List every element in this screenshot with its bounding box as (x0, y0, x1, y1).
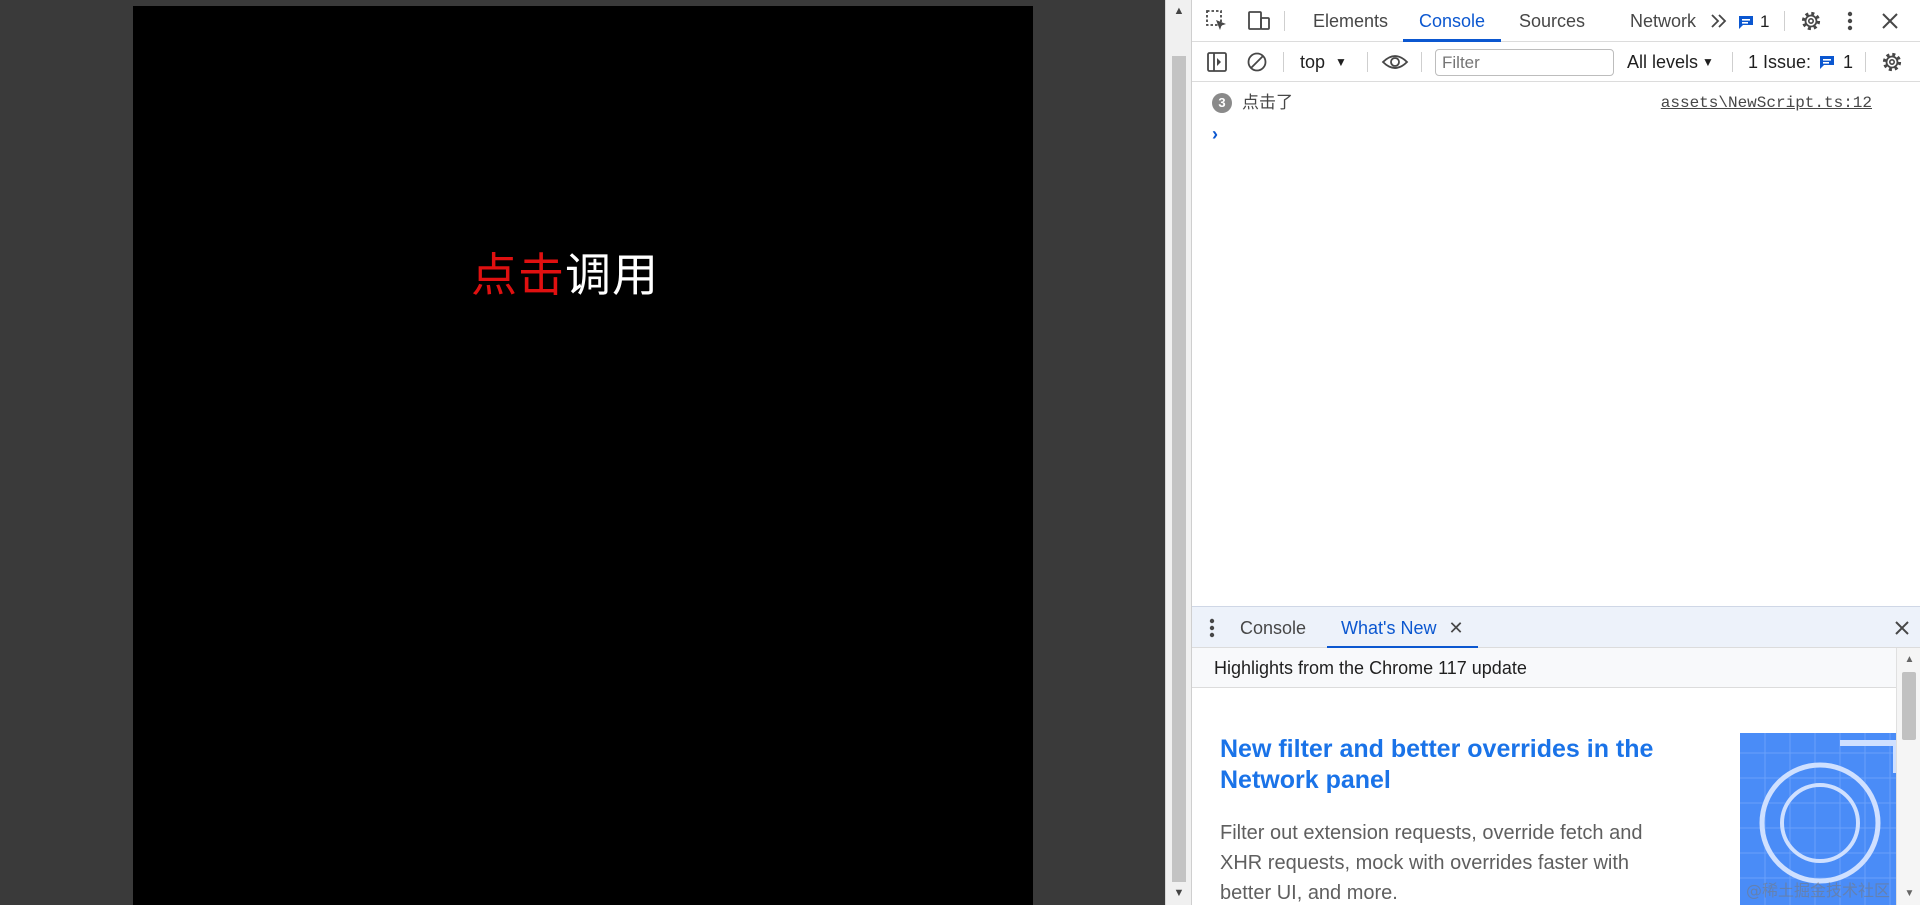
context-value: top (1300, 52, 1326, 72)
devtools-panel: Elements Console Sources Network 1 top ▼… (1191, 0, 1920, 905)
tab-elements[interactable]: Elements (1297, 0, 1404, 42)
log-levels-value: All levels (1627, 52, 1699, 72)
divider (1283, 52, 1284, 72)
filter-input[interactable] (1435, 49, 1614, 76)
tab-network[interactable]: Network (1614, 0, 1712, 42)
drawer-scrollbar-thumb[interactable] (1902, 672, 1916, 740)
scroll-down-arrow-icon[interactable]: ▼ (1166, 884, 1192, 902)
more-options-icon[interactable] (1842, 9, 1858, 33)
drawer-tab-whats-new[interactable]: What's New ✕ (1327, 607, 1478, 649)
drawer-tab-console[interactable]: Console (1226, 607, 1320, 649)
console-settings-gear-icon[interactable] (1879, 50, 1905, 74)
console-prompt-chevron-icon[interactable]: › (1212, 124, 1218, 145)
label-red-part: 点击 (471, 248, 565, 302)
page-scrollbar-thumb[interactable] (1172, 56, 1186, 882)
divider (1421, 52, 1422, 72)
issues-button[interactable]: 1 Issue: 1 (1748, 50, 1853, 74)
page-scrollbar[interactable]: ▲ ▼ (1165, 0, 1191, 905)
inspect-element-icon[interactable] (1204, 9, 1230, 33)
game-canvas[interactable]: 点击调用 (133, 6, 1033, 905)
context-select[interactable]: top ▼ (1300, 50, 1347, 74)
whats-new-headline[interactable]: New filter and better overrides in the N… (1220, 734, 1680, 796)
issues-count: 1 (1843, 52, 1854, 72)
log-message-text: 点击了 (1242, 93, 1293, 113)
divider (1367, 52, 1368, 72)
click-call-label[interactable]: 点击调用 (133, 243, 1033, 307)
tab-sources[interactable]: Sources (1503, 0, 1601, 42)
log-source-link[interactable]: assets\NewScript.ts:12 (1661, 90, 1872, 116)
device-toolbar-icon[interactable] (1246, 9, 1272, 33)
more-tabs-chevron-icon[interactable] (1708, 10, 1730, 32)
messages-count: 1 (1760, 12, 1770, 31)
whats-new-header: Highlights from the Chrome 117 update (1192, 648, 1896, 688)
whats-new-panel[interactable]: Highlights from the Chrome 117 update Ne… (1192, 648, 1896, 905)
repeat-count-badge: 3 (1212, 93, 1232, 113)
caret-down-icon: ▼ (1335, 55, 1347, 69)
scroll-up-arrow-icon[interactable]: ▲ (1166, 2, 1192, 20)
whats-new-body: Filter out extension requests, override … (1220, 822, 1643, 904)
divider (1784, 11, 1785, 31)
messages-badge[interactable]: 1 (1738, 12, 1769, 32)
clear-console-icon[interactable] (1245, 51, 1269, 73)
console-toolbar: top▼ All levels▼ 1 Issue: 1 (1192, 42, 1920, 82)
divider (1732, 52, 1733, 72)
watermark: @稀土掘金技术社区 (1745, 881, 1890, 900)
live-expression-eye-icon[interactable] (1380, 50, 1410, 74)
message-icon (1739, 16, 1753, 29)
issue-message-icon (1820, 56, 1835, 69)
drawer-tabbar: Console What's New ✕ (1192, 606, 1920, 649)
devtools-tabbar: Elements Console Sources Network 1 (1192, 0, 1920, 42)
console-messages[interactable]: 3 点击了 assets\NewScript.ts:12 › (1192, 82, 1920, 606)
tab-console[interactable]: Console (1403, 0, 1502, 42)
drawer-more-options-icon[interactable] (1204, 617, 1220, 639)
drawer-scrollbar[interactable]: ▲ ▼ (1896, 648, 1920, 905)
scroll-up-arrow-icon[interactable]: ▲ (1897, 654, 1920, 665)
settings-gear-icon[interactable] (1798, 9, 1824, 33)
close-devtools-icon[interactable] (1878, 9, 1902, 33)
issues-label: 1 Issue: (1748, 52, 1812, 72)
scroll-down-arrow-icon[interactable]: ▼ (1897, 888, 1920, 899)
sidebar-toggle-icon[interactable] (1205, 51, 1229, 73)
close-tab-icon[interactable]: ✕ (1448, 618, 1463, 638)
game-viewport-area: 点击调用 (0, 0, 1165, 905)
drawer-tab-whats-new-label: What's New (1341, 618, 1437, 638)
console-log-row[interactable]: 3 点击了 assets\NewScript.ts:12 (1192, 90, 1920, 116)
close-drawer-icon[interactable] (1892, 618, 1912, 638)
caret-down-icon: ▼ (1702, 55, 1714, 69)
divider (1865, 52, 1866, 72)
log-levels-select[interactable]: All levels ▼ (1627, 50, 1714, 76)
divider (1284, 11, 1285, 31)
label-white-part: 调用 (565, 248, 659, 302)
